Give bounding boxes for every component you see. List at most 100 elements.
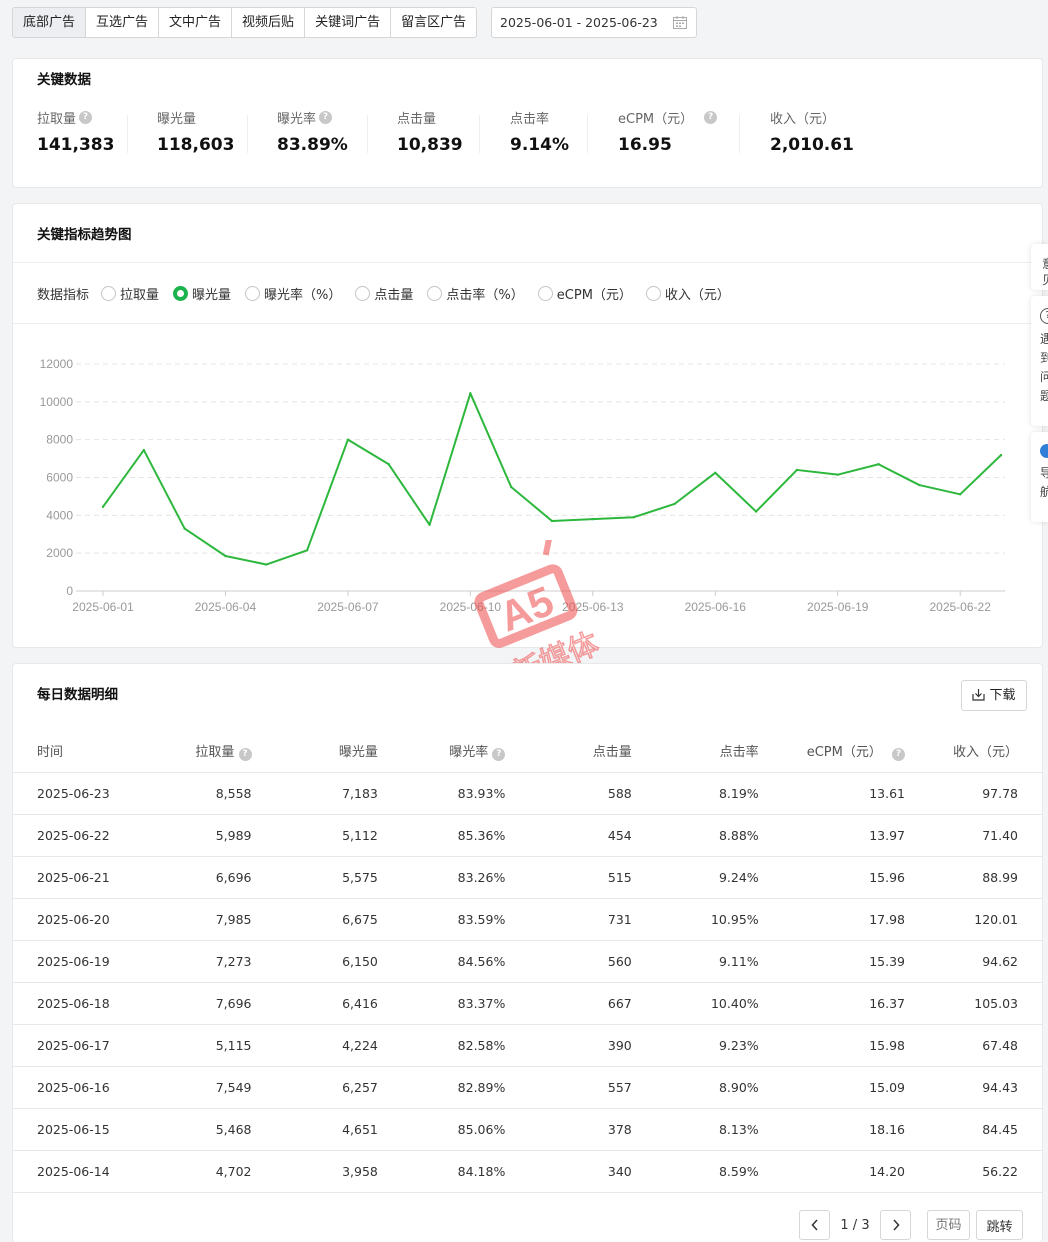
table-cell: 84.18% (401, 1150, 530, 1193)
data-point (265, 563, 268, 566)
table-cell: 560 (529, 940, 656, 983)
table-cell: 2025-06-15 (13, 1108, 152, 1151)
col-header-exposure-rate[interactable]: 曝光率 ? (401, 730, 530, 773)
x-tick-label: 2025-06-07 (317, 600, 379, 614)
page-indicator: 1 / 3 (840, 1217, 870, 1233)
tab-mutual-ad[interactable]: 互选广告 (86, 8, 160, 37)
data-point (550, 519, 554, 523)
table-cell: 13.61 (782, 772, 929, 815)
col-header-clicks[interactable]: 点击量 (529, 730, 656, 773)
daily-detail-card: 每日数据明细 下载 时间 拉取量 ? 曝光量 曝光率 ? 点击量 点击率 eCP… (12, 663, 1043, 1242)
table-cell: 6,696 (151, 856, 276, 899)
tab-video-post-ad[interactable]: 视频后贴 (232, 8, 306, 37)
table-cell: 7,696 (151, 982, 276, 1025)
help-icon[interactable]: ? (79, 111, 93, 124)
table-cell: 83.59% (401, 898, 530, 941)
table-cell: 71.40 (928, 814, 1042, 857)
help-icon[interactable]: ? (704, 111, 718, 124)
tab-bottom-ad[interactable]: 底部广告 (13, 8, 87, 37)
nav-text: 导航 (1040, 466, 1048, 499)
indicator-label: 数据指标 (37, 288, 90, 303)
next-page-button[interactable] (880, 1210, 911, 1240)
page-number-input[interactable] (927, 1210, 970, 1240)
table-cell: 8.90% (655, 1066, 783, 1109)
table-cell: 9.11% (655, 940, 783, 983)
col-header-time[interactable]: 时间 (13, 730, 152, 773)
table-cell: 340 (529, 1150, 656, 1193)
col-header-exposure[interactable]: 曝光量 (275, 730, 402, 773)
tab-keyword-ad[interactable]: 关键词广告 (305, 8, 392, 37)
radio-exposure[interactable]: 曝光量 (173, 284, 231, 303)
radio-pull[interactable]: 拉取量 (101, 284, 159, 303)
tab-comment-ad[interactable]: 留言区广告 (391, 8, 476, 37)
metric-label: 点击量 (397, 112, 437, 127)
help-icon[interactable]: ? (891, 747, 905, 761)
radio-clicks[interactable]: 点击量 (355, 284, 413, 303)
table-cell: 88.99 (928, 856, 1042, 899)
x-tick-label: 2025-06-22 (929, 600, 991, 614)
table-cell: 83.26% (401, 856, 530, 899)
radio-dot[interactable] (173, 286, 189, 301)
col-header-revenue[interactable]: 收入（元） (928, 730, 1042, 773)
help-icon[interactable]: ? (492, 747, 506, 761)
col-header-ctr[interactable]: 点击率 (655, 730, 783, 773)
radio-dot[interactable] (537, 286, 553, 301)
metric-value: 10,839 (397, 135, 463, 155)
table-cell: 378 (529, 1108, 656, 1151)
data-point (183, 527, 186, 530)
radio-dot[interactable] (245, 286, 261, 301)
radio-dot[interactable] (645, 286, 661, 301)
col-header-pull[interactable]: 拉取量 ? (151, 730, 276, 773)
table-cell: 8.59% (655, 1150, 783, 1193)
table-row: 2025-06-23 8,558 7,183 83.93% 588 8.19% 13.61 9… (13, 772, 1042, 815)
radio-label: 点击量 (374, 288, 414, 303)
col-header-ecpm[interactable]: eCPM（元） ? (782, 730, 929, 773)
metric-exposure-rate: 曝光率? 83.89% (277, 108, 348, 155)
table-cell: 7,549 (151, 1066, 276, 1109)
table-cell: 390 (529, 1024, 656, 1067)
y-tick-label: 10000 (40, 395, 74, 409)
download-icon (972, 689, 986, 701)
metric-label: 拉取量 (37, 112, 77, 127)
col-header-label: eCPM（元） (806, 744, 882, 760)
feedback-float[interactable]: 意见 (1031, 244, 1048, 290)
table-cell: 120.01 (928, 898, 1042, 941)
date-range-picker[interactable]: 2025-06-01 - 2025-06-23 (491, 7, 697, 38)
metric-value: 9.14% (510, 135, 569, 155)
table-row: 2025-06-14 4,702 3,958 84.18% 340 8.59% 14.20 5… (13, 1150, 1042, 1193)
table-cell: 15.09 (782, 1066, 929, 1109)
jump-button[interactable]: 跳转 (976, 1210, 1023, 1240)
radio-label: 收入（元） (664, 288, 730, 303)
tab-in-article-ad[interactable]: 文中广告 (159, 8, 233, 37)
radio-revenue[interactable]: 收入（元） (645, 284, 730, 303)
help-icon[interactable]: ? (238, 747, 252, 761)
prev-page-button[interactable] (799, 1210, 830, 1240)
radio-exposure-rate[interactable]: 曝光率（%） (245, 284, 341, 303)
metric-label: 曝光量 (157, 112, 197, 127)
table-cell: 94.62 (928, 940, 1042, 983)
y-tick-label: 8000 (46, 433, 73, 447)
table-cell: 105.03 (928, 982, 1042, 1025)
metric-value: 2,010.61 (770, 135, 854, 155)
help-float[interactable]: ? 遇到问题 (1031, 296, 1048, 426)
table-cell: 2025-06-21 (13, 856, 152, 899)
table-cell: 5,112 (275, 814, 402, 857)
table-cell: 9.24% (655, 856, 783, 899)
radio-ecpm[interactable]: eCPM（元） (537, 284, 632, 303)
radio-dot[interactable] (101, 286, 117, 301)
table-cell: 2025-06-19 (13, 940, 152, 983)
divider (479, 115, 480, 153)
radio-dot[interactable] (355, 286, 371, 301)
download-button[interactable]: 下载 (961, 680, 1027, 711)
radio-label: 拉取量 (120, 288, 160, 303)
nav-float[interactable]: 导航 (1031, 432, 1048, 522)
radio-dot[interactable] (427, 286, 443, 301)
table-cell: 16.37 (782, 982, 929, 1025)
radio-ctr[interactable]: 点击率（%） (427, 284, 524, 303)
help-icon[interactable]: ? (319, 111, 333, 124)
table-cell: 2025-06-14 (13, 1150, 152, 1193)
data-point (591, 517, 595, 521)
help-text: 遇到问题 (1040, 332, 1048, 403)
data-point (795, 468, 799, 472)
question-icon: ? (1040, 308, 1048, 324)
